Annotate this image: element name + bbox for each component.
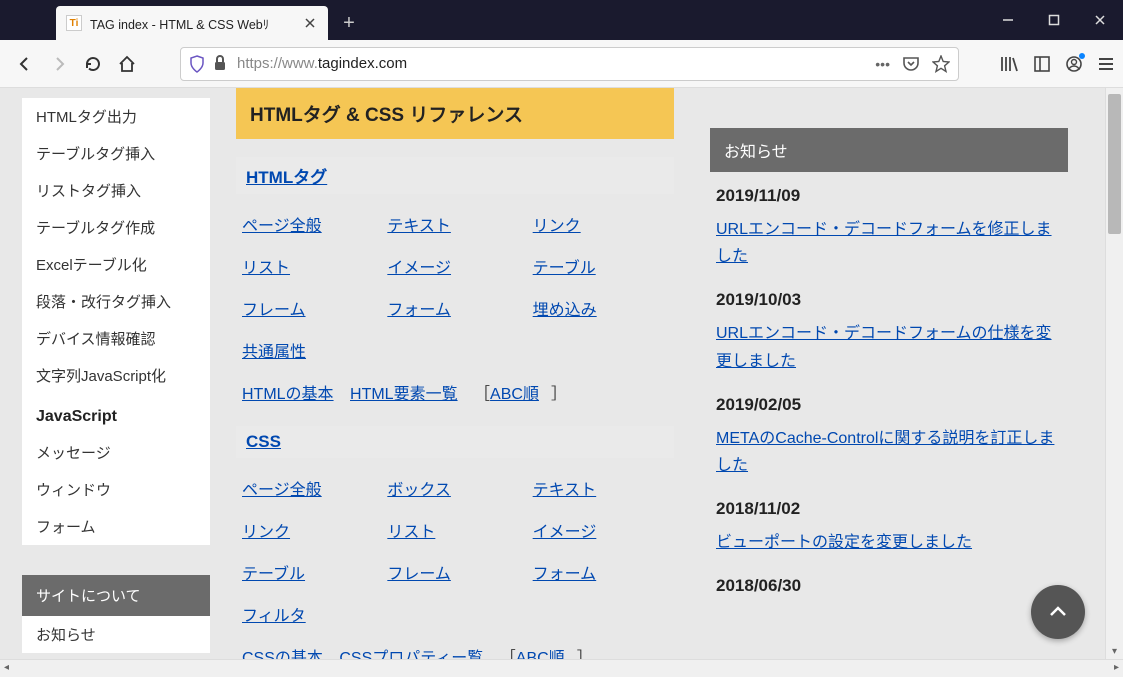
chevron-up-icon — [1046, 600, 1070, 624]
sidebar-item[interactable]: お知らせ — [22, 616, 210, 653]
close-icon[interactable] — [302, 15, 318, 31]
html-section-link[interactable]: HTMLタグ — [246, 168, 327, 187]
meatballs-icon[interactable]: ••• — [875, 56, 890, 72]
news-item: 2019/11/09 URLエンコード・デコードフォームを修正しました — [710, 172, 1068, 276]
sidebar-item[interactable]: 段落・改行タグ挿入 — [22, 283, 210, 320]
sidebar-item[interactable]: Excelテーブル化 — [22, 246, 210, 283]
category-link[interactable]: テキスト — [387, 212, 522, 236]
sidebar-item[interactable]: メッセージ — [22, 434, 210, 471]
category-link[interactable]: テーブル — [242, 560, 377, 584]
pocket-icon[interactable] — [902, 56, 920, 72]
tab-favicon: Ti — [66, 15, 82, 31]
news-item: 2019/02/05 METAのCache-Controlに関する説明を訂正しまし… — [710, 381, 1068, 485]
category-link[interactable]: イメージ — [387, 254, 522, 278]
category-link[interactable]: リスト — [242, 254, 377, 278]
toolbar: https://www.tagindex.com ••• — [0, 40, 1123, 88]
sidebar-item[interactable]: HTMLタグ出力 — [22, 98, 210, 135]
news-column: お知らせ 2019/11/09URLエンコード・デコードフォームを修正しました2… — [700, 128, 1072, 659]
maximize-icon[interactable] — [1031, 0, 1077, 40]
category-link[interactable]: リスト — [387, 518, 522, 542]
sidebar-item[interactable]: リストタグ挿入 — [22, 172, 210, 209]
news-date: 2019/10/03 — [716, 290, 1062, 310]
category-link[interactable]: リンク — [533, 212, 668, 236]
browser-tab[interactable]: Ti TAG index - HTML & CSS Webﾘ — [56, 6, 328, 40]
scroll-top-button[interactable] — [1031, 585, 1085, 639]
star-icon[interactable] — [932, 55, 950, 73]
url-bar[interactable]: https://www.tagindex.com ••• — [180, 47, 959, 81]
forward-button[interactable] — [42, 47, 76, 81]
news-link[interactable]: URLエンコード・デコードフォームを修正しました — [716, 221, 1052, 265]
news-date: 2018/11/02 — [716, 499, 1062, 519]
url-text: https://www.tagindex.com — [237, 55, 865, 72]
sidebar-icon[interactable] — [1033, 55, 1051, 73]
back-button[interactable] — [8, 47, 42, 81]
sidebar-heading-js: JavaScript — [22, 394, 210, 434]
category-link[interactable]: リンク — [242, 518, 377, 542]
reload-button[interactable] — [76, 47, 110, 81]
sidebar-item[interactable]: 文字列JavaScript化 — [22, 357, 210, 394]
category-link[interactable]: フレーム — [387, 560, 522, 584]
sidebar-item[interactable]: テーブルタグ挿入 — [22, 135, 210, 172]
menu-icon[interactable] — [1097, 56, 1115, 72]
sidebar-item[interactable]: テーブルタグ作成 — [22, 209, 210, 246]
category-link[interactable]: フォーム — [387, 296, 522, 320]
sidebar-item[interactable]: ウィンドウ — [22, 471, 210, 508]
news-link[interactable]: METAのCache-Controlに関する説明を訂正しました — [716, 430, 1054, 474]
chevron-right-icon[interactable]: ▸ — [1114, 662, 1119, 673]
category-link[interactable]: ボックス — [387, 476, 522, 500]
css-props-link[interactable]: CSSプロパティー覧 — [339, 650, 483, 659]
titlebar: Ti TAG index - HTML & CSS Webﾘ + — [0, 0, 1123, 40]
vertical-scrollbar[interactable]: ▾ — [1105, 88, 1123, 659]
category-link[interactable]: テキスト — [533, 476, 668, 500]
chevron-down-icon[interactable]: ▾ — [1106, 646, 1123, 657]
category-link[interactable]: フレーム — [242, 296, 377, 320]
chevron-left-icon[interactable]: ◂ — [4, 662, 9, 673]
news-date: 2018/06/30 — [716, 576, 1062, 596]
html-elements-link[interactable]: HTML要素一覧 — [350, 386, 458, 403]
scrollbar-thumb[interactable] — [1108, 94, 1121, 234]
page-title: HTMLタグ & CSS リファレンス — [236, 88, 674, 139]
category-link[interactable]: 埋め込み — [533, 296, 668, 320]
news-date: 2019/02/05 — [716, 395, 1062, 415]
sidebar-heading-about: サイトについて — [22, 575, 210, 616]
horizontal-scrollbar[interactable]: ◂ ▸ — [0, 659, 1123, 677]
sidebar-item[interactable]: フォーム — [22, 508, 210, 545]
news-item: 2019/10/03 URLエンコード・デコードフォームの仕様を変更しました — [710, 276, 1068, 380]
sidebar-item[interactable]: デバイス情報確認 — [22, 320, 210, 357]
css-abc-link[interactable]: ABC順 — [516, 650, 565, 659]
category-link[interactable]: フォーム — [533, 560, 668, 584]
html-abc-link[interactable]: ABC順 — [490, 386, 539, 403]
css-section-link[interactable]: CSS — [246, 432, 281, 451]
news-item: 2018/11/02 ビューポートの設定を変更しました — [710, 485, 1068, 562]
css-basics-link[interactable]: CSSの基本 — [242, 650, 323, 659]
home-button[interactable] — [110, 47, 144, 81]
lock-icon[interactable] — [213, 55, 227, 73]
library-icon[interactable] — [999, 55, 1019, 73]
category-link[interactable]: テーブル — [533, 254, 668, 278]
news-link[interactable]: URLエンコード・デコードフォームの仕様を変更しました — [716, 325, 1052, 369]
news-heading: お知らせ — [710, 128, 1068, 172]
news-item: 2018/06/30 — [710, 562, 1068, 612]
tab-title: TAG index - HTML & CSS Webﾘ — [90, 14, 302, 33]
window-close-icon[interactable] — [1077, 0, 1123, 40]
main-column: HTMLタグ & CSS リファレンス HTMLタグ ページ全般テキストリンクリ… — [210, 88, 700, 659]
minimize-icon[interactable] — [985, 0, 1031, 40]
news-date: 2019/11/09 — [716, 186, 1062, 206]
category-link[interactable]: ページ全般 — [242, 476, 377, 500]
shield-icon[interactable] — [189, 55, 205, 73]
left-sidebar: HTMLタグ出力テーブルタグ挿入リストタグ挿入テーブルタグ作成Excelテーブル… — [0, 88, 210, 659]
new-tab-button[interactable]: + — [334, 8, 364, 38]
account-icon[interactable] — [1065, 55, 1083, 73]
page-content: HTMLタグ出力テーブルタグ挿入リストタグ挿入テーブルタグ作成Excelテーブル… — [0, 88, 1105, 659]
category-link[interactable]: イメージ — [533, 518, 668, 542]
category-link[interactable]: ページ全般 — [242, 212, 377, 236]
news-link[interactable]: ビューポートの設定を変更しました — [716, 534, 972, 551]
category-link[interactable]: 共通属性 — [242, 338, 377, 362]
category-link[interactable]: フィルタ — [242, 602, 377, 626]
html-basics-link[interactable]: HTMLの基本 — [242, 386, 334, 403]
